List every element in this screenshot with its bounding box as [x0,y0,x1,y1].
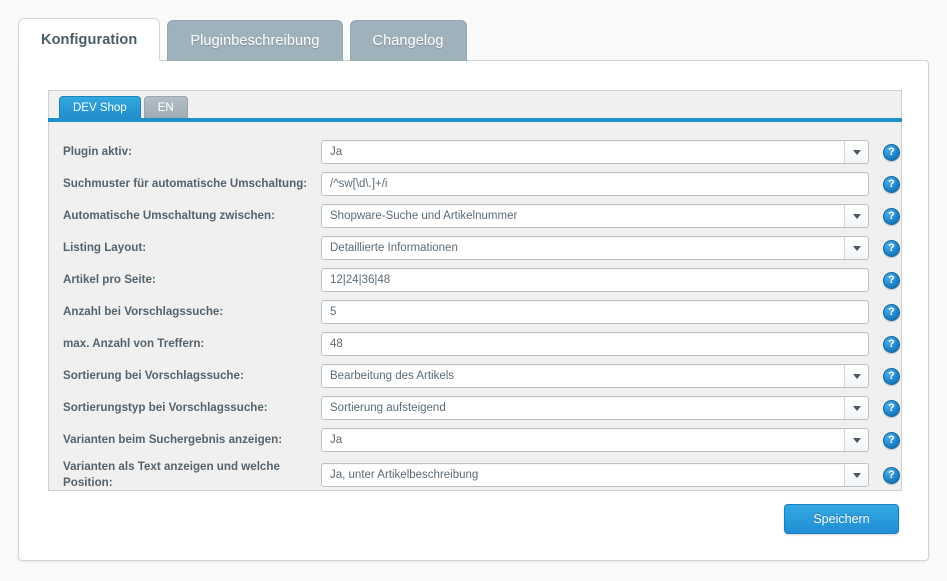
field-varianten-als-text-value: Ja, unter Artikelbeschreibung [330,469,479,481]
help-icon[interactable]: ? [883,399,900,417]
form-row: Suchmuster für automatische Umschaltung:… [49,168,901,200]
shop-config-container: DEV Shop EN Plugin aktiv: Ja ? Suchmuste… [48,90,902,491]
shop-tab-dev-shop-label: DEV Shop [73,101,127,114]
field-label-automatische-umschaltung: Automatische Umschaltung zwischen: [63,209,275,223]
shop-tab-dev-shop[interactable]: DEV Shop [59,96,141,118]
chevron-down-icon[interactable] [844,429,868,451]
form-row: Anzahl bei Vorschlagssuche: 5 ? [49,296,901,328]
tab-changelog[interactable]: Changelog [349,20,467,61]
help-icon[interactable]: ? [883,431,900,449]
field-sortierungstyp-vorschlagssuche-value: Sortierung aufsteigend [330,402,446,414]
field-suchmuster-value: /^sw[\d\.]+/i [330,178,388,190]
chevron-down-icon[interactable] [844,141,868,163]
tab-pluginbeschreibung[interactable]: Pluginbeschreibung [167,20,343,61]
help-icon[interactable]: ? [883,303,900,321]
form-row: Artikel pro Seite: 12|24|36|48 ? [49,264,901,296]
tab-konfiguration-label: Konfiguration [41,31,138,48]
field-sortierung-vorschlagssuche-value: Bearbeitung des Artikels [330,370,455,382]
field-anzahl-vorschlagssuche-value: 5 [330,306,337,318]
form-row: Sortierung bei Vorschlagssuche: Bearbeit… [49,360,901,392]
help-icon[interactable]: ? [883,239,900,257]
field-listing-layout[interactable]: Detaillierte Informationen [321,236,869,260]
form-row: Varianten als Text anzeigen und welche P… [49,456,901,494]
main-tab-bar: Konfiguration Pluginbeschreibung Changel… [18,18,474,61]
field-listing-layout-value: Detaillierte Informationen [330,242,458,254]
chevron-down-icon[interactable] [844,205,868,227]
form-row: Plugin aktiv: Ja ? [49,136,901,168]
field-artikel-pro-seite[interactable]: 12|24|36|48 [321,268,869,292]
help-icon[interactable]: ? [883,175,900,193]
shop-tab-en[interactable]: EN [143,96,188,118]
field-label-sortierung-vorschlagssuche: Sortierung bei Vorschlagssuche: [63,369,244,383]
chevron-down-icon[interactable] [844,237,868,259]
field-max-anzahl-treffern[interactable]: 48 [321,332,869,356]
help-icon[interactable]: ? [883,207,900,225]
field-automatische-umschaltung-value: Shopware-Suche und Artikelnummer [330,210,518,222]
field-label-anzahl-vorschlagssuche: Anzahl bei Vorschlagssuche: [63,305,224,319]
settings-form: Plugin aktiv: Ja ? Suchmuster für automa… [48,122,902,491]
form-row: Automatische Umschaltung zwischen: Shopw… [49,200,901,232]
field-max-anzahl-treffern-value: 48 [330,338,343,350]
field-sortierung-vorschlagssuche[interactable]: Bearbeitung des Artikels [321,364,869,388]
form-row: Varianten beim Suchergebnis anzeigen: Ja… [49,424,901,456]
field-plugin-aktiv[interactable]: Ja [321,140,869,164]
shop-tab-en-label: EN [157,101,174,114]
field-artikel-pro-seite-value: 12|24|36|48 [330,274,391,286]
field-automatische-umschaltung[interactable]: Shopware-Suche und Artikelnummer [321,204,869,228]
field-label-varianten-suchergebnis: Varianten beim Suchergebnis anzeigen: [63,433,283,447]
tab-konfiguration[interactable]: Konfiguration [18,18,161,61]
chevron-down-icon[interactable] [844,397,868,419]
field-label-listing-layout: Listing Layout: [63,241,147,255]
configuration-panel: DEV Shop EN Plugin aktiv: Ja ? Suchmuste… [18,60,929,561]
field-plugin-aktiv-value: Ja [330,146,343,158]
help-icon[interactable]: ? [883,271,900,289]
field-suchmuster[interactable]: /^sw[\d\.]+/i [321,172,869,196]
tab-pluginbeschreibung-label: Pluginbeschreibung [190,33,320,49]
save-button[interactable]: Speichern [784,504,899,534]
field-label-sortierungstyp-vorschlagssuche: Sortierungstyp bei Vorschlagssuche: [63,401,268,415]
field-label-max-anzahl-treffern: max. Anzahl von Treffern: [63,337,205,351]
chevron-down-icon[interactable] [844,365,868,387]
help-icon[interactable]: ? [883,335,900,353]
field-sortierungstyp-vorschlagssuche[interactable]: Sortierung aufsteigend [321,396,869,420]
field-label-plugin-aktiv: Plugin aktiv: [63,145,132,159]
form-row: Listing Layout: Detaillierte Information… [49,232,901,264]
field-anzahl-vorschlagssuche[interactable]: 5 [321,300,869,324]
chevron-down-icon[interactable] [844,464,868,486]
form-row: max. Anzahl von Treffern: 48 ? [49,328,901,360]
tab-changelog-label: Changelog [372,33,444,49]
form-footer: Speichern [784,504,899,534]
field-label-suchmuster: Suchmuster für automatische Umschaltung: [63,177,308,191]
field-varianten-als-text[interactable]: Ja, unter Artikelbeschreibung [321,463,869,487]
field-label-varianten-als-text: Varianten als Text anzeigen und welche P… [63,460,280,489]
field-varianten-suchergebnis[interactable]: Ja [321,428,869,452]
field-varianten-suchergebnis-value: Ja [330,434,343,446]
help-icon[interactable]: ? [883,466,900,484]
field-label-artikel-pro-seite: Artikel pro Seite: [63,273,156,287]
shop-tab-bar: DEV Shop EN [48,90,902,118]
help-icon[interactable]: ? [883,367,900,385]
help-icon[interactable]: ? [883,143,900,161]
form-row: Sortierungstyp bei Vorschlagssuche: Sort… [49,392,901,424]
